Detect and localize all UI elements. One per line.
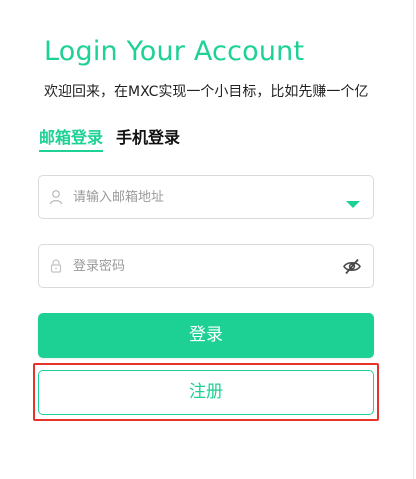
register-button[interactable]: 注册 [38, 370, 374, 415]
page-title: Login Your Account [44, 36, 305, 67]
password-input[interactable] [73, 253, 323, 279]
login-button[interactable]: 登录 [38, 313, 374, 358]
lock-icon [49, 258, 63, 274]
email-field-container [38, 175, 374, 219]
tab-email-login[interactable]: 邮箱登录 [39, 124, 103, 148]
eye-off-icon[interactable] [343, 258, 361, 275]
dropdown-caret-icon[interactable] [346, 194, 360, 208]
active-tab-indicator [39, 150, 103, 152]
password-field-container [38, 244, 374, 288]
tab-phone-login[interactable]: 手机登录 [116, 124, 180, 148]
email-input[interactable] [73, 184, 323, 210]
page-right-border [413, 0, 414, 479]
page-subtitle: 欢迎回来，在MXC实现一个小目标，比如先赚一个亿 [44, 84, 369, 100]
user-icon [49, 189, 63, 205]
